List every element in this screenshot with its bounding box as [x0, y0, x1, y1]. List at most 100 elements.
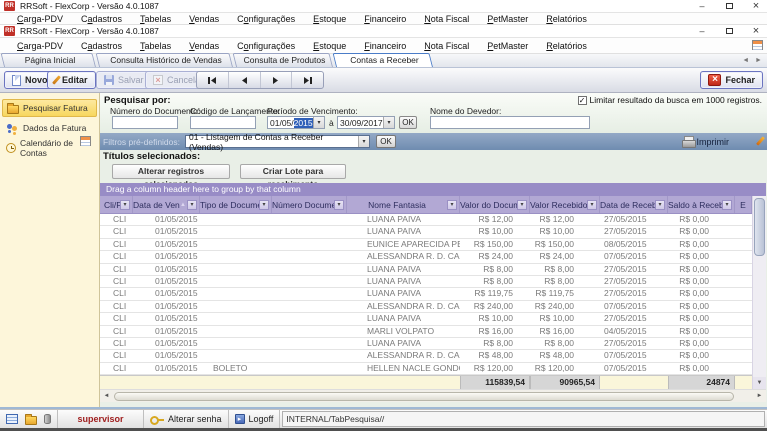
date-from-input[interactable]: 01/05/2015 [267, 116, 325, 129]
menu-item-tabelas[interactable]: Tabelas [131, 13, 180, 25]
tab-p-gina-inicial[interactable]: Página Inicial [4, 53, 96, 67]
codigo-lancamento-input[interactable] [190, 116, 256, 129]
menu-item-cadastros[interactable]: Cadastros [72, 13, 131, 25]
column-filter-icon[interactable] [120, 200, 130, 210]
close-window-icon[interactable] [751, 26, 761, 36]
criar-lote-button[interactable]: Criar Lote para recebimento [240, 164, 346, 179]
sidebar-item-dados-da-fatura[interactable]: Dados da Fatura [2, 119, 97, 137]
dropdown-arrow-icon[interactable] [383, 117, 394, 128]
date-to-input[interactable]: 30/09/2017 [337, 116, 395, 129]
numero-documento-input[interactable] [112, 116, 178, 129]
menu-item-petmaster[interactable]: PetMaster [478, 13, 537, 25]
nome-devedor-input[interactable] [430, 116, 590, 129]
fechar-button[interactable]: Fechar [700, 71, 763, 89]
minimize-icon[interactable] [697, 26, 707, 36]
salvar-button[interactable]: Salvar [96, 71, 152, 89]
column-filter-icon[interactable] [587, 200, 597, 210]
table-row[interactable]: CLI01/05/2015ALESSANDRA R. D. CAST...R$ … [100, 350, 752, 362]
design-icon[interactable] [756, 136, 765, 145]
column-filter-icon[interactable] [259, 200, 269, 210]
menu-item-estoque[interactable]: Estoque [304, 13, 355, 25]
grid-customize-icon[interactable] [80, 136, 91, 146]
imprimir-button[interactable]: Imprimir [682, 136, 730, 147]
menu-item-financeiro[interactable]: Financeiro [355, 13, 415, 25]
table-row[interactable]: CLI01/05/2015EUNICE APARECIDA PER...R$ 1… [100, 239, 752, 251]
column-header-valor-recebido[interactable]: Valor Recebido [530, 196, 600, 213]
column-filter-icon[interactable] [655, 200, 665, 210]
column-header-cli-for[interactable]: Cli/For [100, 196, 133, 213]
tab-consulta-hist-rico-de-vendas[interactable]: Consulta Histórico de Vendas [99, 53, 233, 67]
menu-item-configura-es[interactable]: Configurações [228, 38, 304, 54]
nav-next-icon[interactable] [261, 72, 293, 88]
close-window-icon[interactable] [751, 1, 761, 11]
scroll-left-arrow-icon[interactable] [100, 390, 113, 402]
menu-item-carga-pdv[interactable]: Carga-PDV [8, 38, 72, 54]
table-row[interactable]: CLI01/05/2015BOLETOHELLEN NACLE GONDOR$ … [100, 363, 752, 375]
column-header-nome-fantasia[interactable]: Nome Fantasia [347, 196, 460, 213]
table-row[interactable]: CLI01/05/2015LUANA PAIVAR$ 8,00R$ 8,0027… [100, 276, 752, 288]
table-row[interactable]: CLI01/05/2015LUANA PAIVAR$ 10,00R$ 10,00… [100, 313, 752, 325]
scroll-right-arrow-icon[interactable] [753, 390, 766, 402]
menu-item-vendas[interactable]: Vendas [180, 38, 228, 54]
menu-item-relat-rios[interactable]: Relatórios [537, 38, 596, 54]
horizontal-scrollbar[interactable] [100, 389, 766, 402]
menu-item-cadastros[interactable]: Cadastros [72, 38, 131, 54]
restore-icon[interactable] [724, 26, 734, 36]
vertical-scrollbar[interactable] [752, 196, 766, 389]
filtros-ok-button[interactable]: OK [376, 135, 396, 148]
vertical-scroll-thumb[interactable] [754, 198, 765, 256]
mdi-child-icon[interactable] [752, 40, 763, 50]
column-filter-icon[interactable] [447, 200, 457, 210]
table-row[interactable]: CLI01/05/2015LUANA PAIVAR$ 10,00R$ 10,00… [100, 226, 752, 238]
column-filter-icon[interactable] [334, 200, 344, 210]
column-header-n-mero-documento[interactable]: Número Documento [272, 196, 347, 213]
nav-prev-icon[interactable] [229, 72, 261, 88]
alterar-registros-button[interactable]: Alterar registros selecionados [112, 164, 230, 179]
groupby-bar[interactable]: Drag a column header here to group by th… [100, 183, 766, 196]
column-header-data-de-recebim[interactable]: Data de Recebim... [600, 196, 668, 213]
table-row[interactable]: CLI01/05/2015LUANA PAIVAR$ 8,00R$ 8,0027… [100, 264, 752, 276]
menu-item-vendas[interactable]: Vendas [180, 13, 228, 25]
column-header-saldo-receber[interactable]: Saldo à Receber [668, 196, 735, 213]
table-row[interactable]: CLI01/05/2015LUANA PAIVAR$ 8,00R$ 8,0027… [100, 338, 752, 350]
column-header-tipo-de-docume[interactable]: Tipo de Docume... [200, 196, 272, 213]
column-header-data-de-vencim[interactable]: Data de Vencim... [133, 196, 200, 213]
column-filter-icon[interactable] [722, 200, 732, 210]
dropdown-arrow-icon[interactable] [313, 117, 324, 128]
column-filter-icon[interactable] [187, 200, 197, 210]
table-row[interactable]: CLI01/05/2015ALESSANDRA R. D. CAST...R$ … [100, 251, 752, 263]
tab-scroll-arrows-icon[interactable]: ◄ ► [742, 57, 764, 64]
menu-item-tabelas[interactable]: Tabelas [131, 38, 180, 54]
tab-consulta-de-produtos[interactable]: Consulta de Produtos [236, 53, 333, 67]
menu-item-carga-pdv[interactable]: Carga-PDV [8, 13, 72, 25]
column-header-valor-do-docume[interactable]: Valor do Docume... [460, 196, 530, 213]
dropdown-arrow-icon[interactable] [358, 136, 369, 147]
filtros-predefinidos-select[interactable]: 01 - Listagem de Contas a Receber (Venda… [185, 135, 370, 148]
table-row[interactable]: CLI01/05/2015LUANA PAIVAR$ 12,00R$ 12,00… [100, 214, 752, 226]
column-filter-icon[interactable] [517, 200, 527, 210]
menu-item-nota-fiscal[interactable]: Nota Fiscal [415, 13, 478, 25]
scroll-down-arrow-icon[interactable] [753, 377, 766, 389]
menu-item-petmaster[interactable]: PetMaster [478, 38, 537, 54]
horizontal-scroll-thumb[interactable] [114, 392, 734, 401]
table-row[interactable]: CLI01/05/2015LUANA PAIVAR$ 119,75R$ 119,… [100, 288, 752, 300]
menu-item-estoque[interactable]: Estoque [304, 38, 355, 54]
menu-item-configura-es[interactable]: Configurações [228, 13, 304, 25]
sidebar-item-pesquisar-fatura[interactable]: Pesquisar Fatura [2, 99, 97, 117]
periodo-ok-button[interactable]: OK [399, 116, 417, 129]
menu-item-nota-fiscal[interactable]: Nota Fiscal [415, 38, 478, 54]
table-row[interactable]: CLI01/05/2015MARLI VOLPATOR$ 16,00R$ 16,… [100, 326, 752, 338]
nav-first-icon[interactable] [197, 72, 229, 88]
editar-button[interactable]: Editar [47, 71, 96, 89]
minimize-icon[interactable] [697, 1, 707, 11]
menu-item-financeiro[interactable]: Financeiro [355, 38, 415, 54]
restore-icon[interactable] [724, 1, 734, 11]
menu-item-relat-rios[interactable]: Relatórios [537, 13, 596, 25]
logoff-button[interactable]: Logoff [229, 410, 281, 428]
column-header-e[interactable]: E [735, 196, 752, 213]
alterar-senha-button[interactable]: Alterar senha [144, 410, 229, 428]
limit-results-checkbox[interactable] [578, 96, 587, 105]
tab-contas-a-receber[interactable]: Contas a Receber [336, 53, 433, 67]
nav-last-icon[interactable] [292, 72, 323, 88]
table-row[interactable]: CLI01/05/2015ALESSANDRA R. D. CAST...R$ … [100, 301, 752, 313]
